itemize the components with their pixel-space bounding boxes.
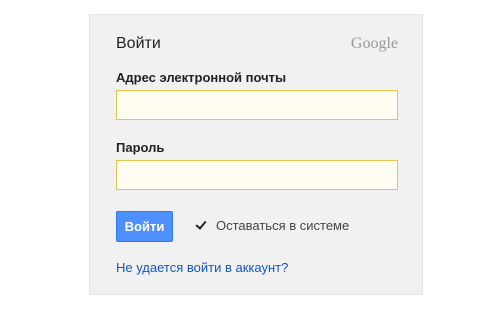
google-logo: Google — [350, 35, 398, 52]
stay-signed-in[interactable]: Оставаться в системе — [195, 218, 349, 233]
password-label: Пароль — [116, 140, 165, 155]
password-field[interactable] — [116, 160, 398, 190]
signin-button[interactable]: Войти — [116, 211, 173, 242]
email-field[interactable] — [116, 90, 398, 120]
signin-card: Войти Google Адрес электронной почты Пар… — [89, 14, 423, 295]
cant-sign-in-link[interactable]: Не удается войти в аккаунт? — [116, 260, 288, 275]
form-title: Войти — [116, 35, 161, 52]
stay-signed-in-checkbox[interactable] — [195, 219, 208, 232]
email-label: Адрес электронной почты — [116, 70, 287, 85]
stay-signed-in-label[interactable]: Оставаться в системе — [216, 218, 349, 233]
